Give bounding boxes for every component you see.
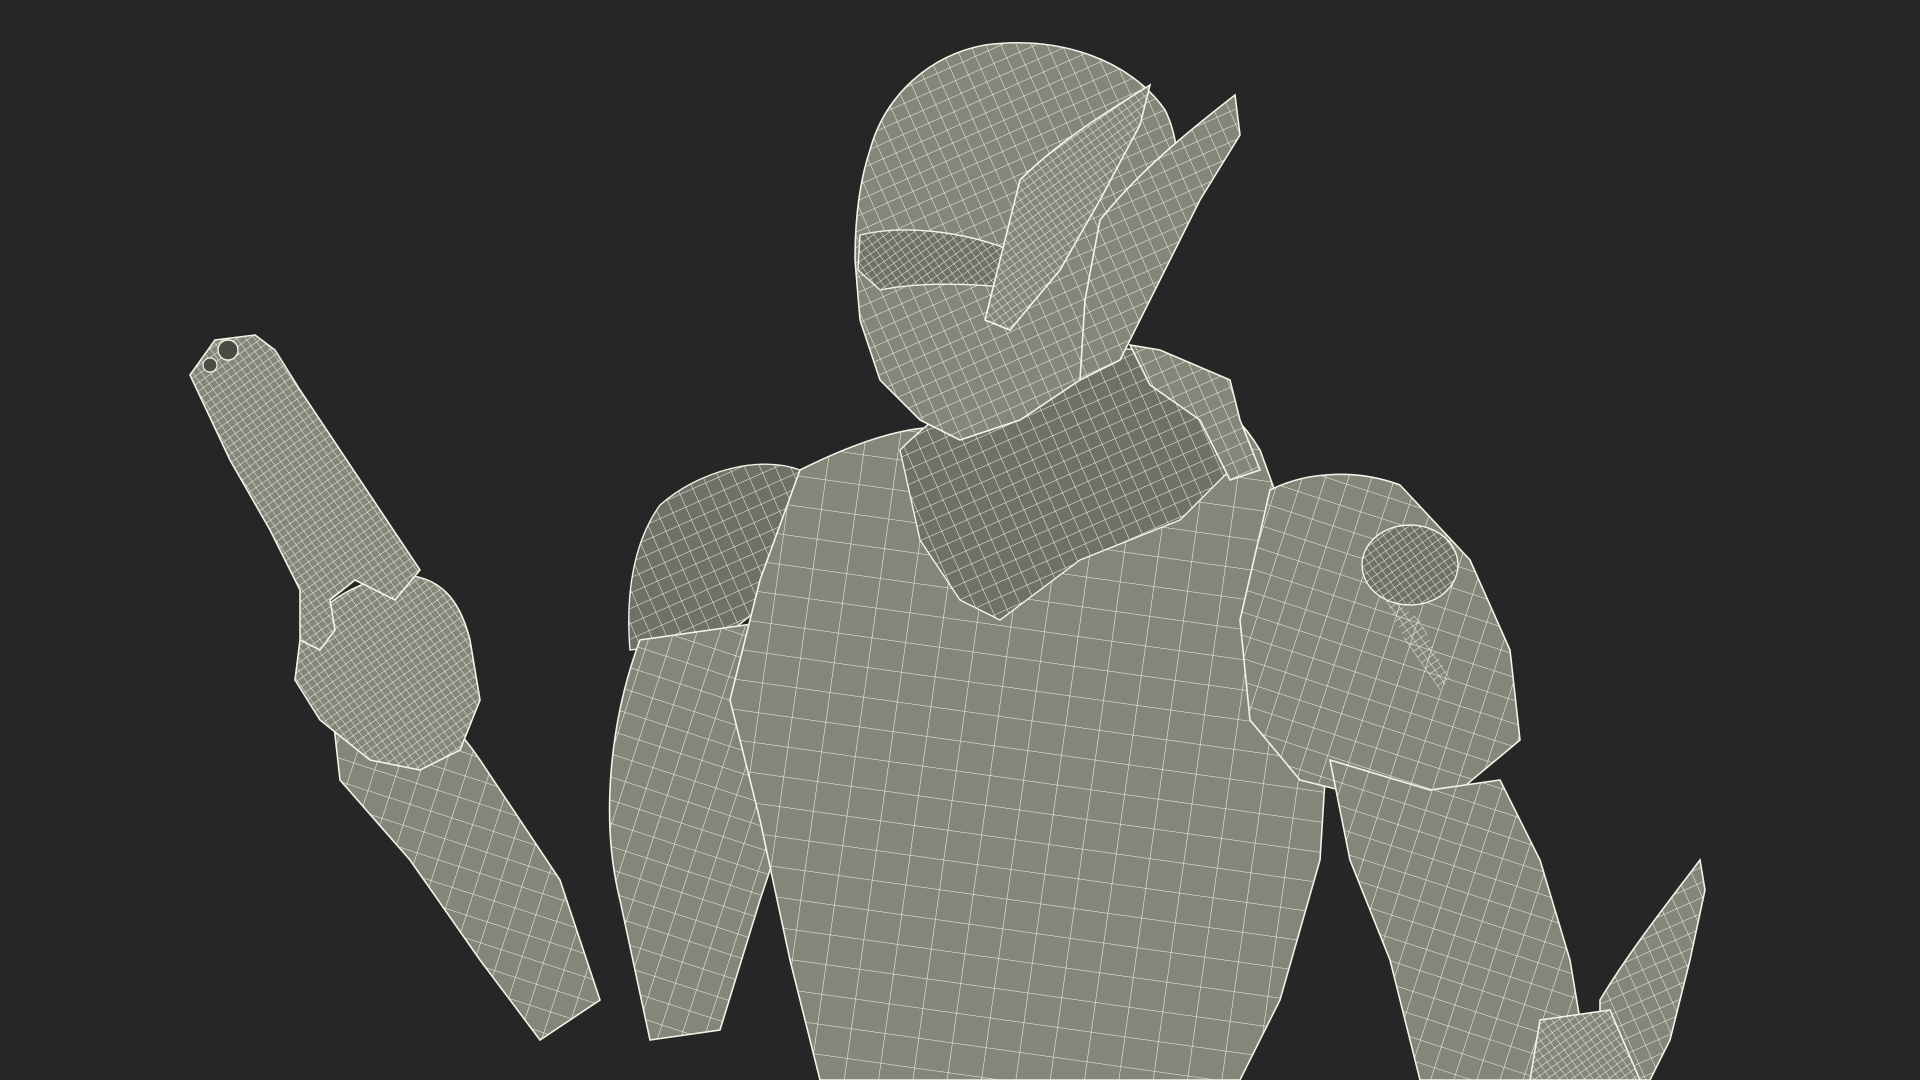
shoulder-pad	[1239, 473, 1521, 801]
render-viewport	[0, 0, 1920, 1080]
character-render	[189, 42, 1706, 1080]
